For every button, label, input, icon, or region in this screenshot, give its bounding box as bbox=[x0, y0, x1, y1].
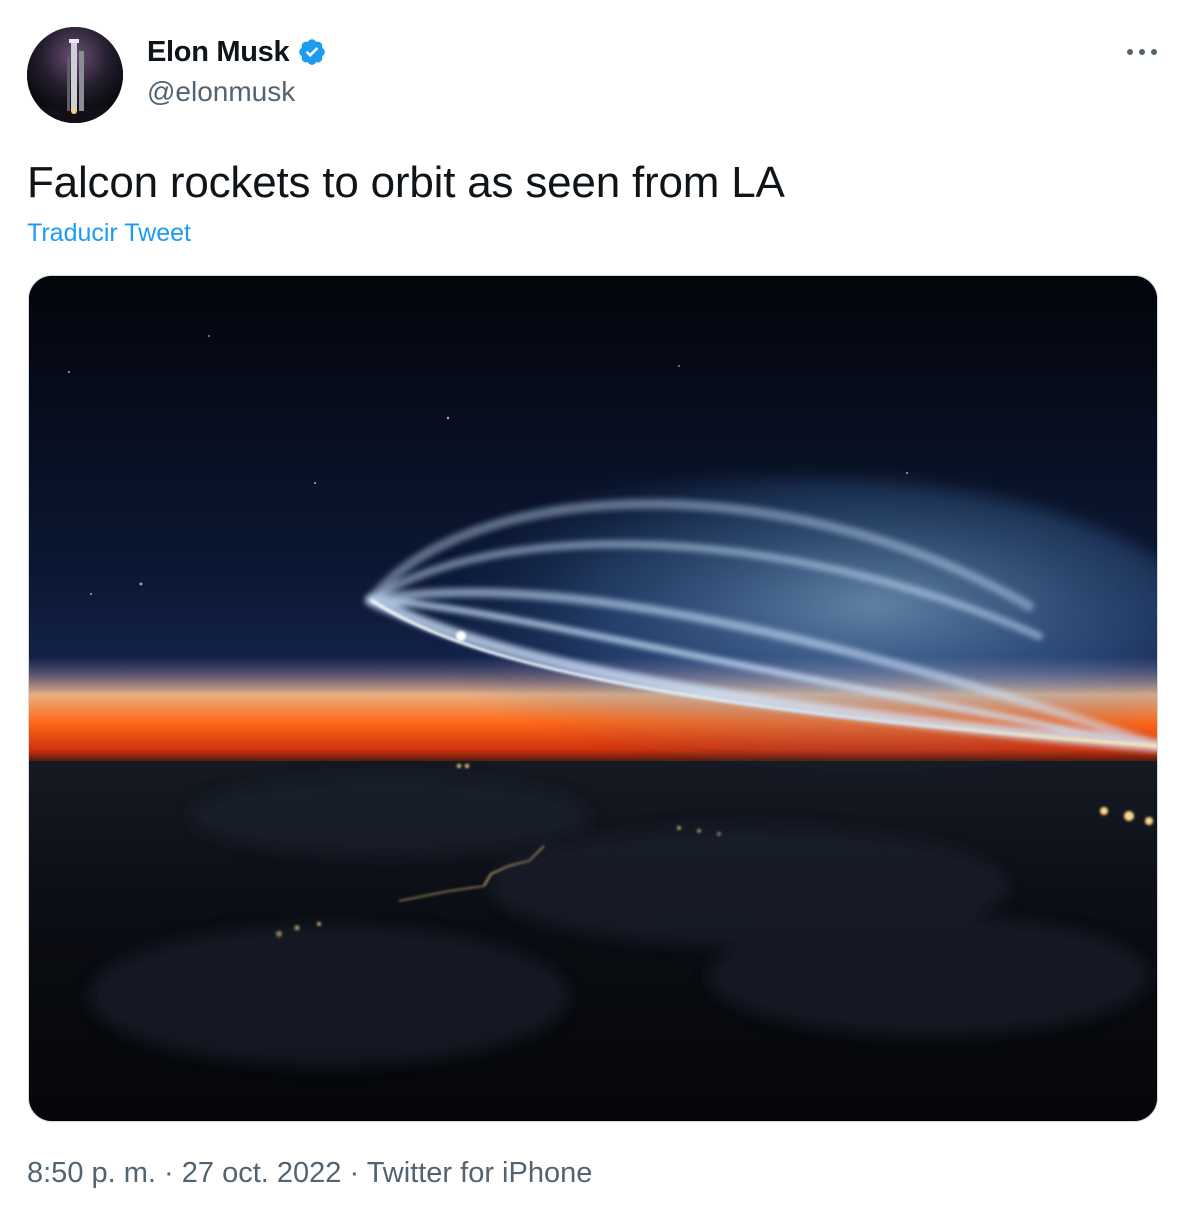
author-display-name[interactable]: Elon Musk bbox=[147, 36, 290, 69]
tweet-time[interactable]: 8:50 p. m. bbox=[27, 1157, 156, 1189]
tweet-date[interactable]: 27 oct. 2022 bbox=[182, 1157, 342, 1189]
tweet-source[interactable]: Twitter for iPhone bbox=[367, 1157, 593, 1189]
photo-rocket-plume-icon bbox=[29, 276, 1157, 1121]
translate-tweet-link[interactable]: Traducir Tweet bbox=[27, 219, 191, 248]
avatar-rocket-tower-icon bbox=[27, 27, 123, 123]
tweet-photo[interactable] bbox=[28, 275, 1158, 1122]
tweet-text: Falcon rockets to orbit as seen from LA bbox=[27, 158, 785, 207]
meta-separator: · bbox=[349, 1157, 360, 1189]
tweet-meta: 8:50 p. m. · 27 oct. 2022 · Twitter for … bbox=[27, 1157, 592, 1190]
more-options-icon[interactable] bbox=[1122, 38, 1162, 66]
avatar[interactable] bbox=[27, 27, 123, 123]
tweet-card: Elon Musk @elonmusk Falcon rockets to or… bbox=[0, 0, 1192, 1222]
verified-badge-icon bbox=[297, 37, 327, 67]
author-name-row[interactable]: Elon Musk bbox=[147, 34, 327, 70]
author-handle[interactable]: @elonmusk bbox=[147, 76, 295, 108]
meta-separator: · bbox=[164, 1157, 174, 1189]
